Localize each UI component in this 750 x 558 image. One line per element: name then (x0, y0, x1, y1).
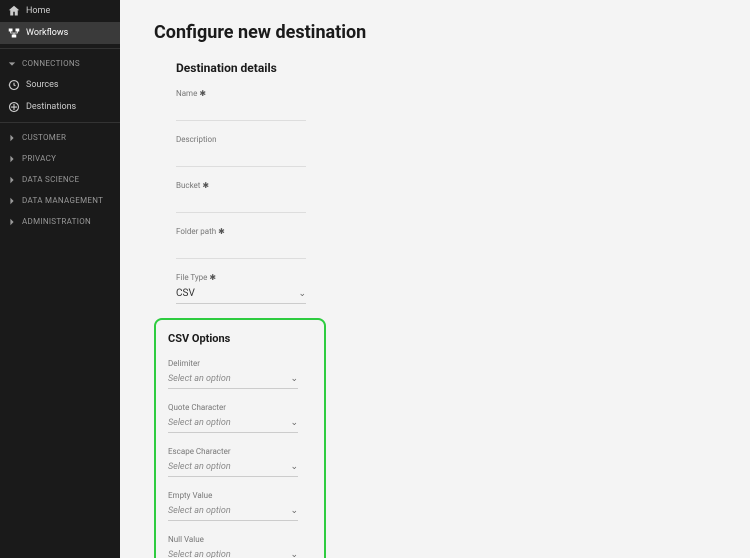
chevron-right-icon (8, 197, 16, 205)
sidebar-item-label: Workflows (26, 28, 68, 38)
sidebar-section-data-science[interactable]: DATA SCIENCE (0, 169, 120, 190)
chevron-down-icon: ⌄ (290, 550, 298, 558)
description-input[interactable] (176, 150, 306, 167)
sidebar-section-data-management[interactable]: DATA MANAGEMENT (0, 190, 120, 211)
file-type-select[interactable]: CSV ⌄ (176, 284, 306, 304)
name-label: Name✱ (176, 89, 306, 98)
sidebar-item-workflows[interactable]: Workflows (0, 22, 120, 44)
null-value-label: Null Value (168, 535, 298, 544)
sidebar-item-label: Destinations (26, 102, 76, 112)
name-input[interactable] (176, 104, 306, 121)
escape-character-label: Escape Character (168, 447, 298, 456)
home-icon (8, 5, 20, 17)
escape-character-placeholder: Select an option (168, 462, 231, 472)
escape-character-field: Escape Character Select an option ⌄ (168, 447, 298, 477)
sidebar-section-label: CUSTOMER (22, 133, 66, 142)
chevron-right-icon (8, 218, 16, 226)
null-value-select[interactable]: Select an option ⌄ (168, 546, 298, 558)
chevron-down-icon: ⌄ (290, 506, 298, 516)
sidebar-section-label: DATA MANAGEMENT (22, 196, 103, 205)
bucket-field: Bucket✱ (176, 181, 306, 213)
sidebar-section-label: DATA SCIENCE (22, 175, 79, 184)
sidebar-section-connections[interactable]: CONNECTIONS (0, 53, 120, 74)
destination-details-panel: Destination details Name✱ Description Bu… (152, 61, 718, 558)
chevron-right-icon (8, 134, 16, 142)
sidebar-section-label: PRIVACY (22, 154, 56, 163)
chevron-down-icon: ⌄ (290, 374, 298, 384)
quote-character-placeholder: Select an option (168, 418, 231, 428)
delimiter-label: Delimiter (168, 359, 298, 368)
escape-character-select[interactable]: Select an option ⌄ (168, 458, 298, 477)
sidebar: Home Workflows CONNECTIONS Sources Desti… (0, 0, 120, 558)
sidebar-item-label: Home (26, 6, 50, 16)
delimiter-select[interactable]: Select an option ⌄ (168, 370, 298, 389)
chevron-down-icon: ⌄ (290, 462, 298, 472)
chevron-down-icon: ⌄ (298, 289, 306, 299)
quote-character-select[interactable]: Select an option ⌄ (168, 414, 298, 433)
destinations-icon (8, 101, 20, 113)
file-type-value: CSV (176, 288, 195, 299)
folder-path-field: Folder path✱ (176, 227, 306, 259)
file-type-label: File Type✱ (176, 273, 306, 282)
folder-path-input[interactable] (176, 242, 306, 259)
chevron-right-icon (8, 155, 16, 163)
page-title: Configure new destination (154, 22, 718, 43)
description-field: Description (176, 135, 306, 167)
bucket-input[interactable] (176, 196, 306, 213)
name-field: Name✱ (176, 89, 306, 121)
sidebar-item-sources[interactable]: Sources (0, 74, 120, 96)
sources-icon (8, 79, 20, 91)
sidebar-item-label: Sources (26, 80, 59, 90)
destination-details-title: Destination details (176, 61, 716, 75)
null-value-field: Null Value Select an option ⌄ (168, 535, 298, 558)
description-label: Description (176, 135, 306, 144)
sidebar-item-destinations[interactable]: Destinations (0, 96, 120, 118)
csv-options-title: CSV Options (168, 332, 324, 345)
sidebar-divider (0, 122, 120, 123)
main-content: Configure new destination Destination de… (120, 0, 750, 558)
sidebar-section-label: CONNECTIONS (22, 59, 80, 68)
csv-options-panel: CSV Options Delimiter Select an option ⌄… (154, 318, 326, 558)
sidebar-item-home[interactable]: Home (0, 0, 120, 22)
sidebar-section-administration[interactable]: ADMINISTRATION (0, 211, 120, 232)
delimiter-field: Delimiter Select an option ⌄ (168, 359, 298, 389)
empty-value-field: Empty Value Select an option ⌄ (168, 491, 298, 521)
chevron-down-icon: ⌄ (290, 418, 298, 428)
sidebar-section-customer[interactable]: CUSTOMER (0, 127, 120, 148)
delimiter-placeholder: Select an option (168, 374, 231, 384)
sidebar-divider (0, 48, 120, 49)
quote-character-label: Quote Character (168, 403, 298, 412)
folder-path-label: Folder path✱ (176, 227, 306, 236)
null-value-placeholder: Select an option (168, 550, 231, 558)
sidebar-section-label: ADMINISTRATION (22, 217, 91, 226)
quote-character-field: Quote Character Select an option ⌄ (168, 403, 298, 433)
bucket-label: Bucket✱ (176, 181, 306, 190)
sidebar-section-privacy[interactable]: PRIVACY (0, 148, 120, 169)
chevron-down-icon (8, 60, 16, 68)
file-type-field: File Type✱ CSV ⌄ (176, 273, 306, 304)
empty-value-select[interactable]: Select an option ⌄ (168, 502, 298, 521)
chevron-right-icon (8, 176, 16, 184)
empty-value-placeholder: Select an option (168, 506, 231, 516)
workflows-icon (8, 27, 20, 39)
empty-value-label: Empty Value (168, 491, 298, 500)
